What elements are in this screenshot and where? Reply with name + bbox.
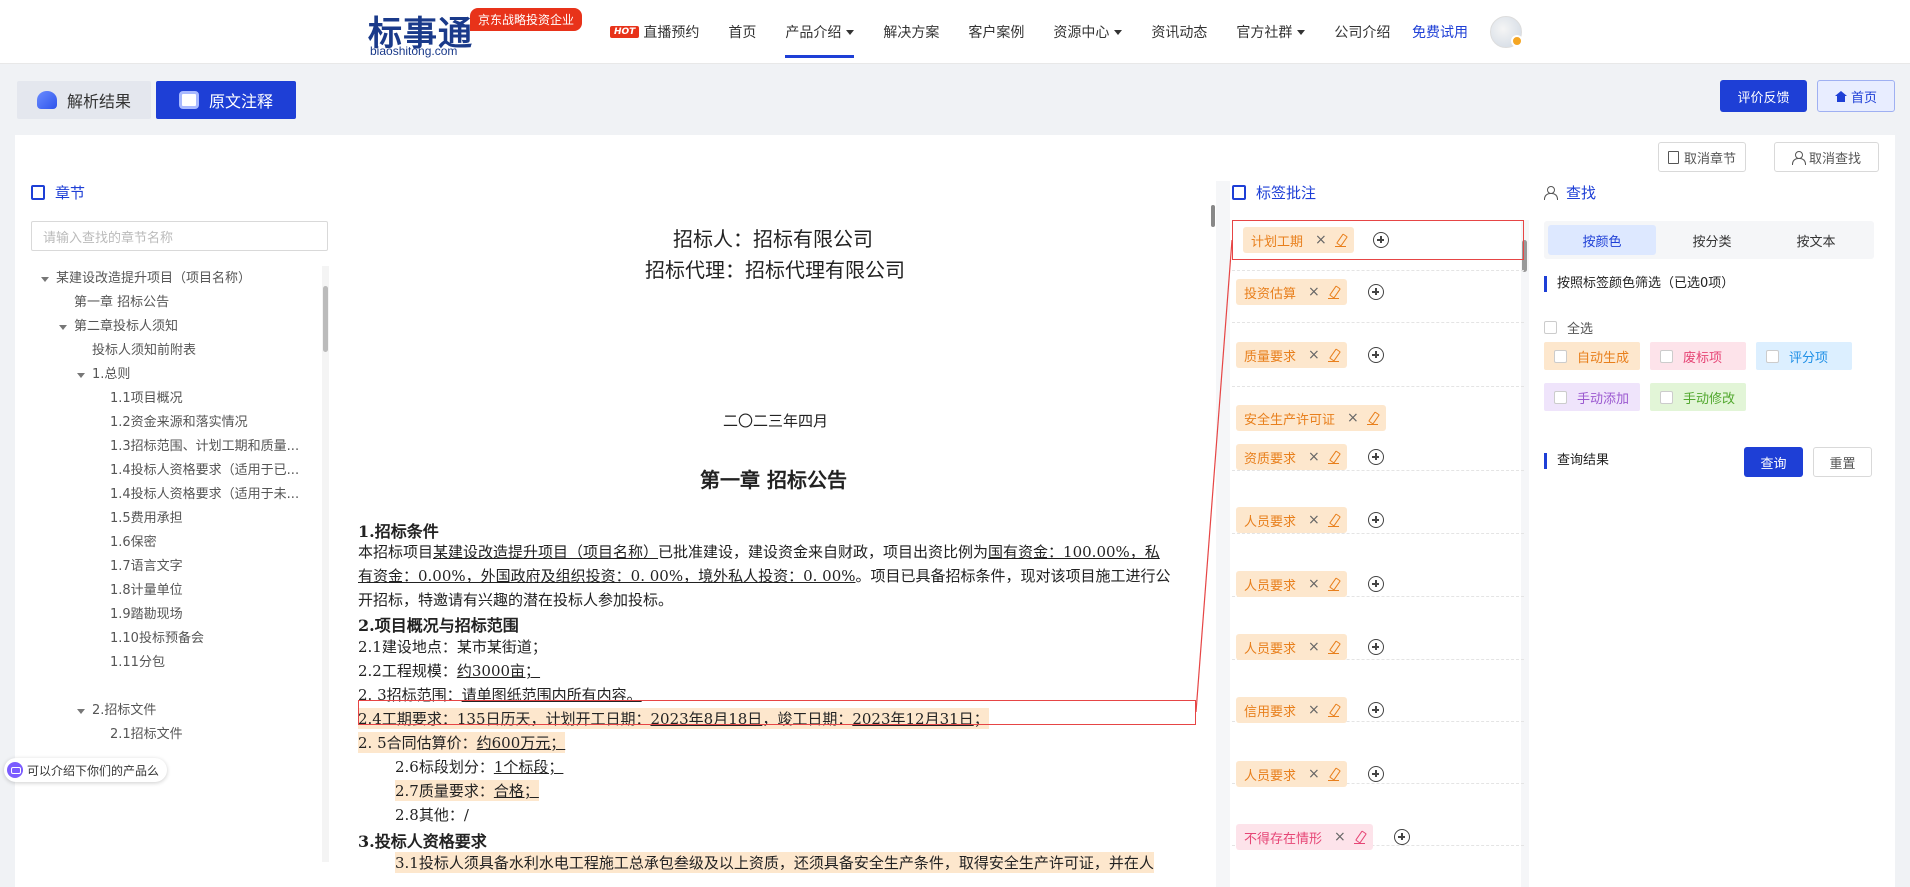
add-tag-icon[interactable]: [1368, 512, 1384, 528]
tag-list-icon: [1232, 185, 1246, 200]
checkbox[interactable]: [1544, 321, 1557, 334]
edit-icon[interactable]: [1327, 451, 1339, 464]
tag-item[interactable]: 投资估算 ×: [1236, 279, 1347, 305]
close-icon[interactable]: ×: [1308, 284, 1320, 300]
annotation-connector: [1195, 239, 1233, 713]
edit-icon[interactable]: [1327, 641, 1339, 654]
tag-item[interactable]: 人员要求 ×: [1236, 507, 1347, 533]
tag-label: 人员要求: [1244, 641, 1297, 657]
add-tag-icon[interactable]: [1368, 576, 1384, 592]
add-tag-icon[interactable]: [1368, 347, 1384, 363]
checkbox[interactable]: [1554, 349, 1567, 363]
color-chip-manual-edit[interactable]: 手动修改: [1650, 383, 1746, 411]
checkbox-label: 全选: [1567, 322, 1594, 337]
tag-label: 信用要求: [1244, 704, 1297, 720]
add-tag-icon[interactable]: [1368, 284, 1384, 300]
color-chip-manual-add[interactable]: 手动添加: [1544, 383, 1640, 411]
tag-label: 资质要求: [1244, 451, 1297, 467]
checkbox[interactable]: [1766, 349, 1779, 363]
selected-tag-highlight-box: [1232, 220, 1524, 260]
close-icon[interactable]: ×: [1308, 576, 1320, 592]
tag-label: 质量要求: [1244, 349, 1297, 365]
connector-line: [1195, 239, 1233, 713]
tag-item[interactable]: 不得存在情形 ×: [1236, 824, 1373, 850]
reset-button[interactable]: 重置: [1813, 447, 1872, 477]
segment-by-category[interactable]: 按分类: [1658, 225, 1766, 255]
select-all-checkbox[interactable]: 全选: [1544, 318, 1593, 337]
user-search-icon: [1544, 186, 1558, 200]
color-chip-auto[interactable]: 自动生成: [1544, 342, 1640, 370]
tag-item[interactable]: 资质要求 ×: [1236, 444, 1347, 470]
edit-icon[interactable]: [1353, 831, 1365, 844]
close-icon[interactable]: ×: [1308, 347, 1320, 363]
edit-icon[interactable]: [1327, 704, 1339, 717]
query-result-title: 查询结果: [1544, 453, 1609, 469]
add-tag-icon[interactable]: [1368, 702, 1384, 718]
tag-item[interactable]: 质量要求 ×: [1236, 342, 1347, 368]
segment-by-text[interactable]: 按文本: [1762, 225, 1870, 255]
panel-title-text: 标签批注: [1256, 184, 1317, 202]
color-chip-score[interactable]: 评分项: [1756, 342, 1852, 370]
checkbox[interactable]: [1554, 390, 1567, 404]
checkbox[interactable]: [1660, 390, 1673, 404]
close-icon[interactable]: ×: [1334, 829, 1346, 845]
tag-label: 人员要求: [1244, 514, 1297, 530]
close-icon[interactable]: ×: [1308, 512, 1320, 528]
tag-label: 人员要求: [1244, 578, 1297, 594]
edit-icon[interactable]: [1327, 768, 1339, 781]
add-tag-icon[interactable]: [1368, 639, 1384, 655]
color-filter-title: 按照标签颜色筛选（已选0项）: [1544, 276, 1734, 292]
edit-icon[interactable]: [1327, 514, 1339, 527]
close-icon[interactable]: ×: [1308, 449, 1320, 465]
add-tag-icon[interactable]: [1368, 766, 1384, 782]
chip-label: 废标项: [1683, 350, 1723, 366]
chip-label: 手动添加: [1577, 391, 1630, 407]
checkbox[interactable]: [1660, 349, 1673, 363]
add-tag-icon[interactable]: [1368, 449, 1384, 465]
tag-item[interactable]: 人员要求 ×: [1236, 571, 1347, 597]
tag-label: 投资估算: [1244, 286, 1297, 302]
tag-label: 人员要求: [1244, 768, 1297, 784]
chip-label: 评分项: [1789, 350, 1829, 366]
close-icon[interactable]: ×: [1308, 702, 1320, 718]
query-button[interactable]: 查询: [1744, 447, 1803, 477]
tag-item[interactable]: 安全生产许可证 ×: [1236, 405, 1386, 431]
segment-by-color[interactable]: 按颜色: [1548, 225, 1656, 255]
tags-panel-title: 标签批注: [1232, 182, 1316, 203]
add-tag-icon[interactable]: [1394, 829, 1410, 845]
edit-icon[interactable]: [1327, 286, 1339, 299]
tag-label: 不得存在情形: [1244, 831, 1323, 847]
close-icon[interactable]: ×: [1347, 410, 1359, 426]
find-panel-title: 查找: [1544, 182, 1596, 203]
chip-label: 自动生成: [1577, 350, 1630, 366]
color-chip-invalid[interactable]: 废标项: [1650, 342, 1746, 370]
close-icon[interactable]: ×: [1308, 639, 1320, 655]
tag-item[interactable]: 信用要求 ×: [1236, 697, 1347, 723]
tag-item[interactable]: 人员要求 ×: [1236, 634, 1347, 660]
tag-label: 安全生产许可证: [1244, 412, 1336, 428]
edit-icon[interactable]: [1327, 349, 1339, 362]
edit-icon[interactable]: [1366, 412, 1378, 425]
find-mode-segment: 按颜色 按分类 按文本: [1544, 221, 1874, 259]
panel-title-text: 查找: [1566, 184, 1597, 202]
chip-label: 手动修改: [1683, 391, 1736, 407]
edit-icon[interactable]: [1327, 578, 1339, 591]
close-icon[interactable]: ×: [1308, 766, 1320, 782]
